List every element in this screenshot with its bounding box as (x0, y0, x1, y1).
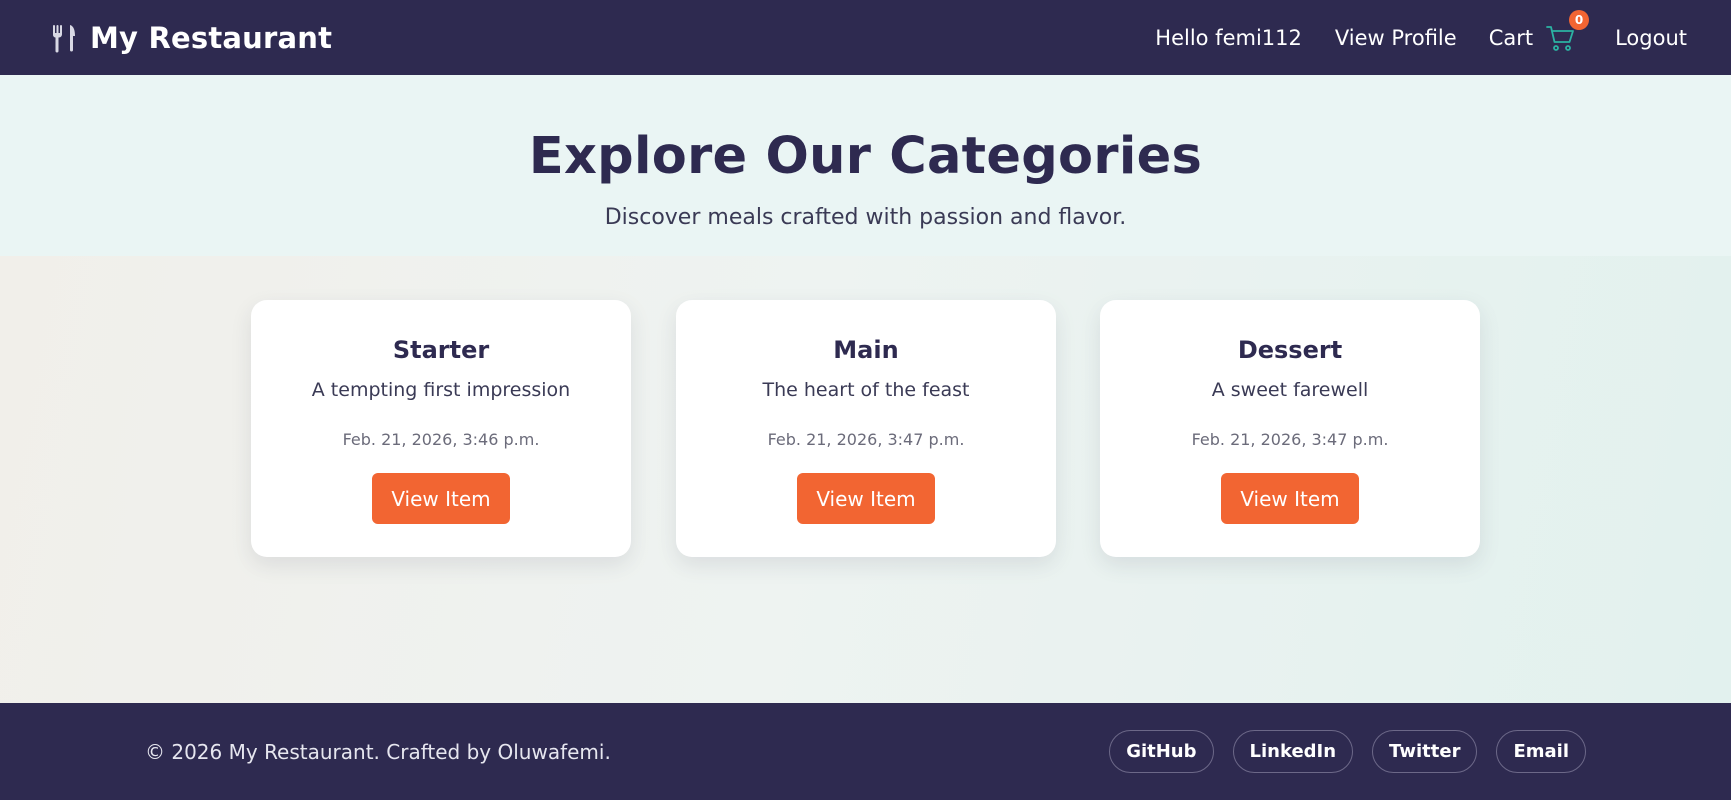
category-card-dessert: Dessert A sweet farewell Feb. 21, 2026, … (1100, 300, 1480, 557)
footer: © 2026 My Restaurant. Crafted by Oluwafe… (0, 703, 1731, 800)
cart-icon-wrapper[interactable]: 0 (1545, 9, 1590, 54)
footer-links: GitHub LinkedIn Twitter Email (1109, 730, 1586, 773)
category-description: A sweet farewell (1211, 379, 1369, 401)
view-item-button-main[interactable]: View Item (797, 473, 935, 524)
category-card-starter: Starter A tempting first impression Feb.… (251, 300, 631, 557)
page-subtitle: Discover meals crafted with passion and … (604, 205, 1127, 230)
category-date: Feb. 21, 2026, 3:47 p.m. (767, 430, 965, 449)
category-date: Feb. 21, 2026, 3:47 p.m. (1191, 430, 1389, 449)
github-link[interactable]: GitHub (1109, 730, 1214, 773)
nav-links: Hello femi112 View Profile Cart 0 Logout (1155, 9, 1687, 54)
view-item-button-starter[interactable]: View Item (372, 473, 510, 524)
navbar: My Restaurant Hello femi112 View Profile… (0, 0, 1731, 75)
linkedin-link[interactable]: LinkedIn (1232, 730, 1354, 773)
email-link[interactable]: Email (1496, 730, 1586, 773)
brand-link[interactable]: My Restaurant (50, 21, 332, 55)
category-title: Dessert (1237, 336, 1343, 364)
cart[interactable]: Cart 0 (1489, 9, 1590, 54)
fork-knife-icon (50, 23, 78, 53)
categories-section: Starter A tempting first impression Feb.… (0, 256, 1731, 703)
category-date: Feb. 21, 2026, 3:46 p.m. (342, 430, 540, 449)
category-card-main: Main The heart of the feast Feb. 21, 202… (676, 300, 1056, 557)
category-description: The heart of the feast (762, 379, 970, 401)
category-description: A tempting first impression (311, 379, 571, 401)
page-title: Explore Our Categories (528, 127, 1203, 186)
brand-name: My Restaurant (90, 20, 333, 55)
twitter-link[interactable]: Twitter (1372, 730, 1478, 773)
cart-count-badge: 0 (1569, 9, 1590, 30)
logout-link[interactable]: Logout (1615, 26, 1687, 50)
greeting-link[interactable]: Hello femi112 (1155, 26, 1302, 50)
view-item-button-dessert[interactable]: View Item (1221, 473, 1359, 524)
footer-copyright: © 2026 My Restaurant. Crafted by Oluwafe… (145, 740, 611, 764)
category-title: Starter (392, 336, 490, 364)
cart-link[interactable]: Cart (1489, 26, 1533, 50)
hero-section: Explore Our Categories Discover meals cr… (0, 75, 1731, 256)
category-title: Main (833, 336, 899, 364)
view-profile-link[interactable]: View Profile (1335, 26, 1457, 50)
